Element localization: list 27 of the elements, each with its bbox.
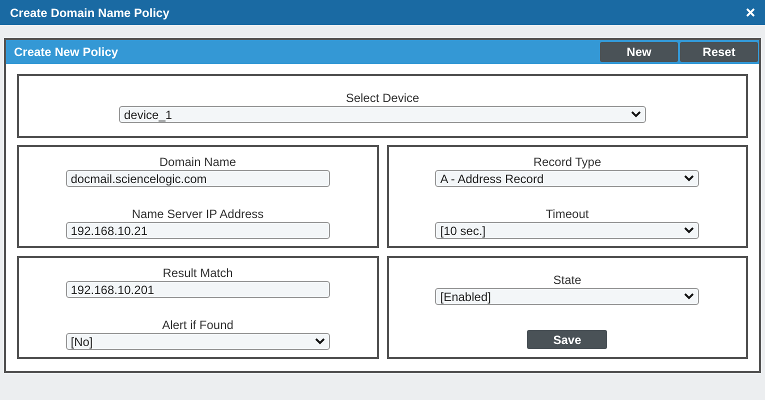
toolbar-button[interactable]: New [600, 42, 678, 62]
chevron-down-icon [684, 175, 694, 182]
chevron-down-icon [314, 338, 325, 345]
dropdown[interactable]: [10 sec.] [435, 222, 700, 239]
field-label: Domain Name [159, 155, 236, 169]
input-field[interactable]: 192.168.10.201 [66, 281, 330, 298]
field-label: Result Match [162, 266, 233, 280]
input-field[interactable]: docmail.sciencelogic.com [66, 170, 330, 187]
field-label: Alert if Found [162, 318, 234, 332]
chevron-down-icon [631, 111, 641, 118]
chevron-down-icon [684, 227, 694, 234]
field-label: Record Type [533, 155, 602, 169]
dropdown[interactable]: device_1 [119, 106, 646, 123]
toolbar-button[interactable]: Reset [680, 42, 758, 62]
chevron-down-icon [684, 293, 694, 300]
save-button[interactable]: Save [527, 330, 608, 349]
panel-title: Create New Policy [14, 44, 118, 61]
field-label: Name Server IP Address [132, 207, 264, 221]
field-label: State [553, 273, 582, 287]
field-label: Timeout [546, 207, 589, 221]
dropdown[interactable]: [No] [66, 333, 330, 350]
window-title: Create Domain Name Policy [10, 4, 170, 22]
dropdown[interactable]: [Enabled] [435, 288, 700, 305]
field-label: Select Device [346, 91, 420, 105]
input-field[interactable]: 192.168.10.21 [66, 222, 330, 239]
dropdown[interactable]: A - Address Record [435, 170, 700, 187]
close-icon[interactable] [746, 8, 755, 17]
